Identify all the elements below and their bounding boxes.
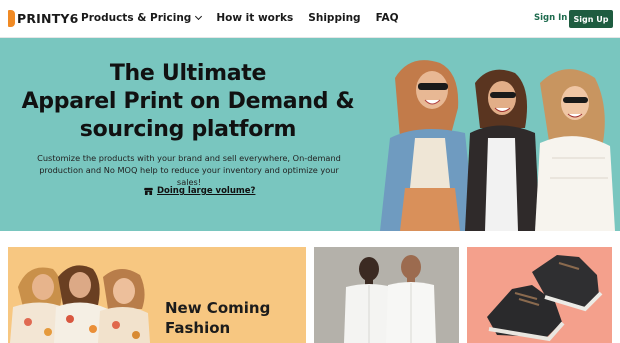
hero-subtitle-line: production and No MOQ help to reduce you… xyxy=(39,165,339,187)
nav-products-pricing[interactable]: Products & Pricing xyxy=(81,12,203,24)
sneakers-image xyxy=(467,247,612,343)
large-volume-link-label: Doing large volume? xyxy=(157,186,256,196)
hero-title-line: sourcing platform xyxy=(79,117,297,142)
hero-title-line: The Ultimate xyxy=(109,61,267,86)
logo-text: PRINTY6 xyxy=(17,10,79,26)
nav-products-pricing-label: Products & Pricing xyxy=(81,12,192,24)
printy6-logo[interactable]: PRINTY6 xyxy=(8,9,79,27)
card-title-line: Fashion xyxy=(165,319,231,337)
men-in-white-shirts-image xyxy=(314,247,459,343)
hero-title: The Ultimate Apparel Print on Demand & s… xyxy=(12,60,364,144)
nav-faq[interactable]: FAQ xyxy=(376,12,399,24)
store-icon xyxy=(144,187,153,195)
site-header: PRINTY6 Products & Pricing How it works … xyxy=(0,0,620,38)
fashion-models-image xyxy=(10,265,150,343)
sneakers-card[interactable] xyxy=(467,247,612,343)
hero-models-image xyxy=(370,38,620,231)
hero-subtitle-line: Customize the products with your brand a… xyxy=(37,153,341,163)
nav-how-it-works[interactable]: How it works xyxy=(216,12,293,24)
new-fashion-card[interactable]: New Coming Fashion xyxy=(8,247,306,343)
hero-banner: The Ultimate Apparel Print on Demand & s… xyxy=(0,38,620,231)
mens-shirts-card[interactable] xyxy=(314,247,459,343)
new-fashion-card-title: New Coming Fashion xyxy=(165,298,270,338)
logo-mark-icon xyxy=(8,9,15,27)
hero-title-line: Apparel Print on Demand & xyxy=(21,89,355,114)
main-nav: Products & Pricing How it works Shipping… xyxy=(81,12,414,24)
sign-in-link[interactable]: Sign In xyxy=(534,13,567,23)
card-title-line: New Coming xyxy=(165,299,271,317)
chevron-down-icon xyxy=(195,12,203,21)
sign-up-button[interactable]: Sign Up xyxy=(569,10,613,28)
nav-shipping[interactable]: Shipping xyxy=(308,12,360,24)
hero-subtitle: Customize the products with your brand a… xyxy=(30,152,348,188)
large-volume-link[interactable]: Doing large volume? xyxy=(144,186,255,196)
